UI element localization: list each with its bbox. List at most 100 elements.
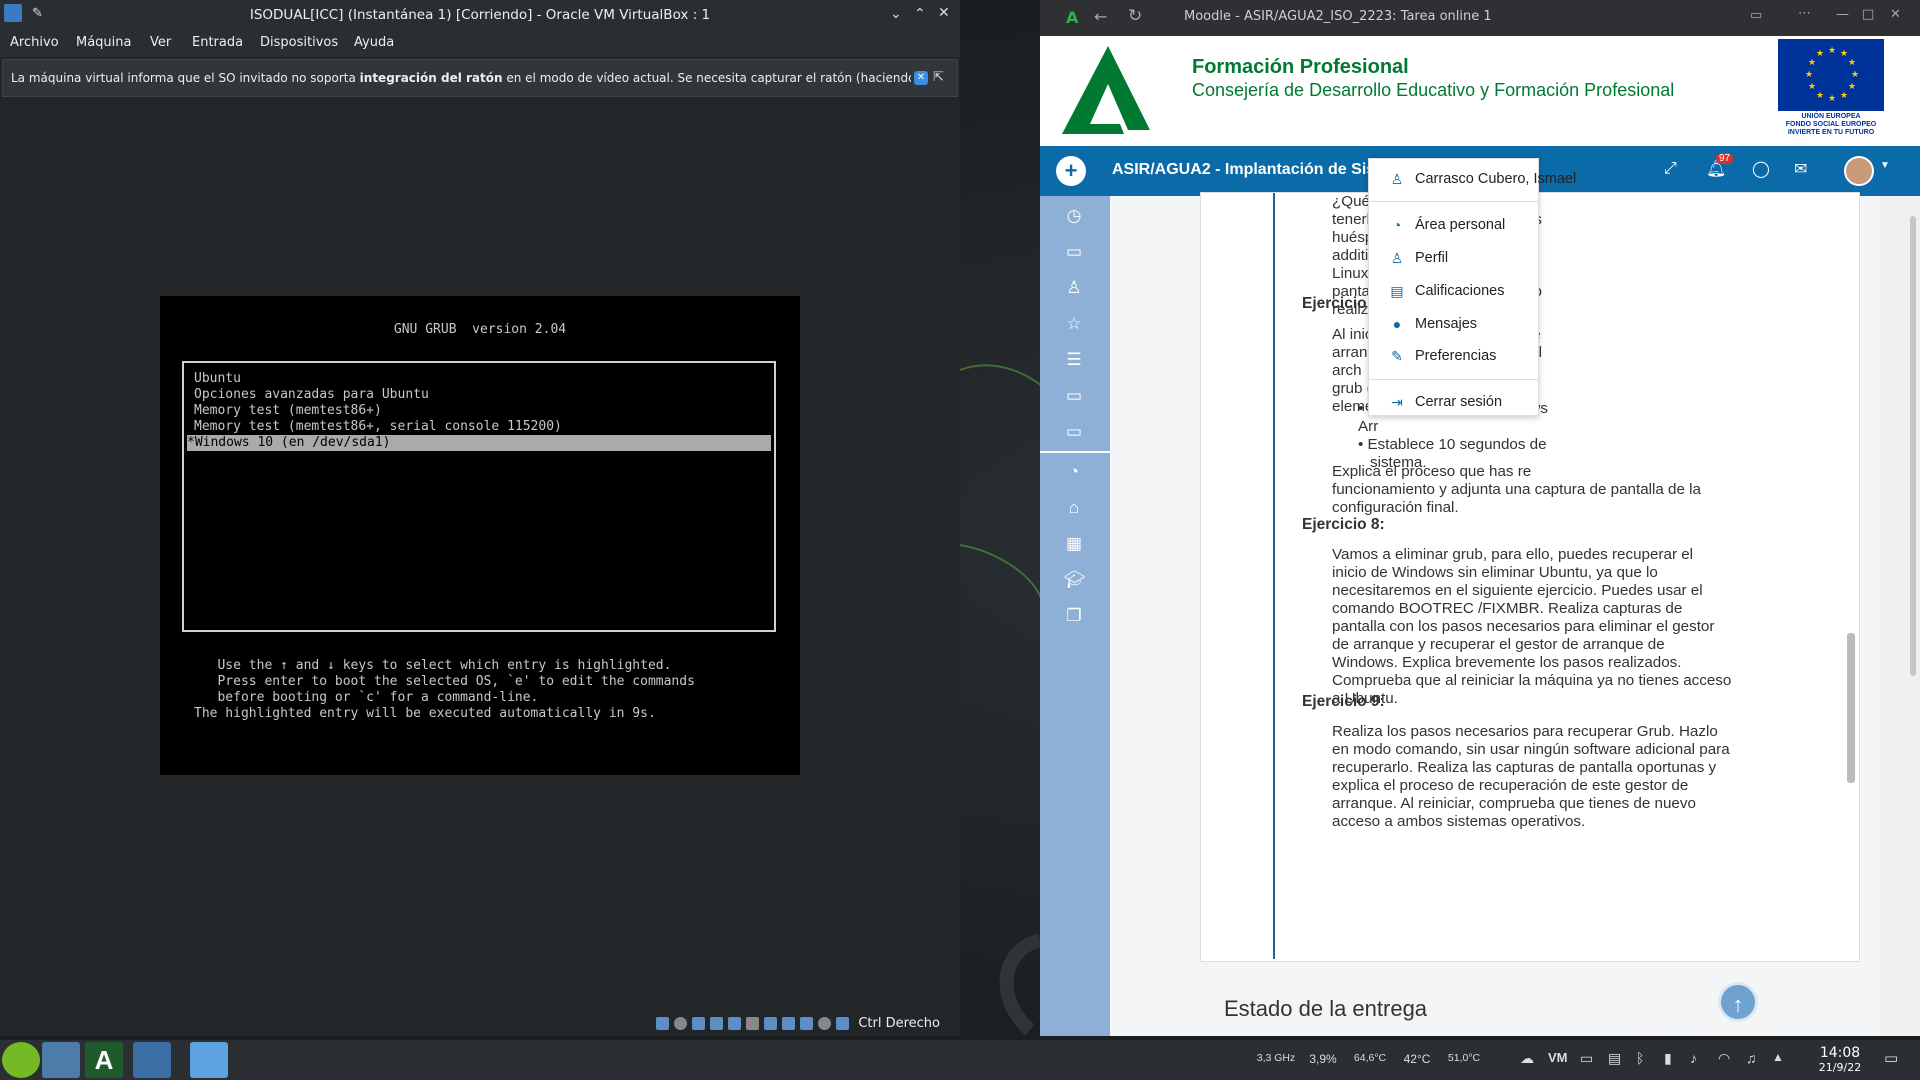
menu-item-area-personal[interactable]: ◔ Área personal — [1389, 215, 1506, 235]
close-icon[interactable]: ✕ — [1890, 7, 1901, 22]
user-avatar[interactable] — [1844, 156, 1874, 186]
reload-icon[interactable]: ↻ — [1128, 6, 1142, 26]
optical-drive-icon[interactable] — [674, 1017, 687, 1030]
participants-icon[interactable]: ♙ — [1064, 278, 1084, 298]
vmware-icon[interactable]: VM — [1548, 1050, 1568, 1065]
cpu-load: 3,9% — [1309, 1052, 1337, 1066]
start-menu-icon[interactable] — [2, 1042, 40, 1078]
moodle-taskbar-icon[interactable]: A — [85, 1042, 123, 1078]
home-icon[interactable]: ⌂ — [1064, 498, 1084, 518]
hdd-icon[interactable] — [656, 1017, 669, 1030]
mouse-integration-icon[interactable] — [818, 1017, 831, 1030]
shared-folders-icon[interactable] — [746, 1017, 759, 1030]
badges-icon[interactable]: ☆ — [1064, 314, 1084, 334]
minimize-icon[interactable]: — — [1836, 7, 1849, 22]
grub-entry[interactable]: Ubuntu — [194, 371, 241, 387]
folder-icon[interactable]: ▭ — [1064, 242, 1084, 262]
eu-flag-icon: ★ ★ ★ ★ ★ ★ ★ ★ ★ ★ ★ ★ — [1778, 39, 1884, 111]
maximize-icon[interactable]: □ — [1862, 7, 1874, 22]
audio-icon[interactable] — [692, 1017, 705, 1030]
menu-archivo[interactable]: Archivo — [10, 35, 59, 50]
menu-ayuda[interactable]: Ayuda — [354, 35, 394, 50]
site-header: Formación Profesional Consejería de Desa… — [1040, 36, 1920, 146]
menu-item-mensajes[interactable]: ● Mensajes — [1389, 314, 1477, 334]
pager-icon[interactable] — [42, 1042, 80, 1078]
folder-icon[interactable]: ▭ — [1064, 422, 1084, 442]
tray-expand-icon[interactable]: ▲ — [1772, 1050, 1784, 1064]
grub-entry[interactable]: Memory test (memtest86+) — [194, 403, 382, 419]
show-desktop-icon[interactable]: ▭ — [1884, 1049, 1898, 1067]
vbox-titlebar[interactable]: ✎ ISODUAL[ICC] (Instantánea 1) [Corriend… — [0, 0, 960, 30]
user-name-item[interactable]: ♙ Carrasco Cubero, Ismael — [1389, 169, 1576, 189]
usb-icon[interactable] — [728, 1017, 741, 1030]
book-icon[interactable]: ☰ — [1064, 350, 1084, 370]
notice-text-bold: integración del ratón — [359, 71, 503, 85]
user-menu-dropdown[interactable]: ♙ Carrasco Cubero, Ismael ◔ Área personal … — [1368, 158, 1576, 416]
svg-text:★: ★ — [1848, 58, 1856, 68]
file-manager-icon[interactable] — [190, 1042, 228, 1078]
moodle-app-icon: A — [1066, 8, 1079, 27]
mouse-integration-notice: La máquina virtual informa que el SO inv… — [2, 59, 958, 97]
more-menu-icon[interactable]: ⋯ — [1798, 6, 1811, 21]
host-key-label: Ctrl Derecho — [858, 1016, 940, 1031]
install-app-icon[interactable]: ▭ — [1750, 8, 1762, 23]
clipboard-icon[interactable]: ▤ — [1608, 1050, 1621, 1067]
network-icon[interactable] — [710, 1017, 723, 1030]
browser-window[interactable]: A ← ↻ Moodle - ASIR/AGUA2_ISO_2223: Tare… — [1040, 0, 1920, 1036]
chevron-down-icon[interactable]: ▼ — [1880, 160, 1890, 171]
content-scrollbar[interactable] — [1847, 633, 1855, 783]
grub-entry-selected[interactable]: *Windows 10 (en /dev/sda1) — [187, 435, 771, 451]
drawer-toggle-button[interactable]: + — [1056, 156, 1086, 186]
battery-icon[interactable]: ▮ — [1664, 1050, 1672, 1067]
notice-dismiss-icon[interactable]: ✕ — [914, 71, 928, 85]
display-icon[interactable] — [764, 1017, 777, 1030]
menu-dispositivos[interactable]: Dispositivos — [260, 35, 338, 50]
text-line: comando BOOTREC /FIXMBR. Realiza captura… — [1332, 600, 1683, 617]
menu-item-logout[interactable]: ⇥ Cerrar sesión — [1389, 392, 1502, 412]
browser-titlebar[interactable]: A ← ↻ Moodle - ASIR/AGUA2_ISO_2223: Tare… — [1040, 0, 1920, 36]
menu-ver[interactable]: Ver — [150, 35, 171, 50]
virtualbox-taskbar-icon[interactable] — [133, 1042, 171, 1078]
cloud-icon[interactable]: ☁ — [1520, 1050, 1534, 1067]
video-capture-icon[interactable] — [782, 1017, 795, 1030]
minimize-icon[interactable]: ⌄ — [890, 5, 902, 22]
terminal-icon[interactable]: ▭ — [1580, 1050, 1593, 1067]
exercise-8-text: Vamos a eliminar grub, para ello, puedes… — [1332, 546, 1762, 708]
maximize-icon[interactable]: ⌃ — [914, 5, 926, 22]
back-to-top-button[interactable]: ↑ — [1718, 982, 1758, 1022]
notice-mouse-icon[interactable]: ⇱ — [933, 70, 944, 85]
recent-icon[interactable]: ◷ — [1064, 206, 1084, 226]
grub-entry-list[interactable]: Ubuntu Opciones avanzadas para Ubuntu Me… — [182, 361, 776, 632]
cpu-icon[interactable] — [800, 1017, 813, 1030]
microphone-icon[interactable]: ♪ — [1690, 1050, 1697, 1066]
dashboard-icon[interactable]: ◔ — [1064, 462, 1084, 482]
mail-icon[interactable]: ✉ — [1794, 159, 1807, 179]
menu-entrada[interactable]: Entrada — [192, 35, 243, 50]
grub-menu[interactable]: GNU GRUB version 2.04 Ubuntu Opciones av… — [160, 296, 800, 775]
courses-icon[interactable]: 🎓︎ — [1064, 570, 1086, 590]
browser-tab-title: Moodle - ASIR/AGUA2_ISO_2223: Tarea onli… — [1184, 9, 1492, 24]
keyboard-icon[interactable] — [836, 1017, 849, 1030]
folder-icon[interactable]: ▭ — [1064, 386, 1084, 406]
clock[interactable]: 14:08 21/9/22 — [1815, 1045, 1865, 1074]
wifi-icon[interactable]: ◠ — [1718, 1050, 1730, 1067]
virtualbox-window[interactable]: ✎ ISODUAL[ICC] (Instantánea 1) [Corriend… — [0, 0, 960, 1036]
scrollbar-thumb[interactable] — [1910, 216, 1916, 676]
messages-icon[interactable]: ◯ — [1752, 159, 1770, 179]
back-icon[interactable]: ← — [1094, 7, 1107, 26]
files-icon[interactable]: ❐ — [1064, 606, 1084, 626]
page-scrollbar[interactable] — [1880, 196, 1920, 1036]
grub-entry[interactable]: Memory test (memtest86+, serial console … — [194, 419, 562, 435]
bluetooth-icon[interactable]: ᛒ — [1636, 1050, 1644, 1066]
calendar-icon[interactable]: ▦ — [1064, 534, 1084, 554]
menu-maquina[interactable]: Máquina — [76, 35, 132, 50]
menu-item-preferencias[interactable]: ✎ Preferencias — [1389, 346, 1496, 366]
menu-item-calificaciones[interactable]: ▤ Calificaciones — [1389, 281, 1504, 301]
grub-entry[interactable]: Opciones avanzadas para Ubuntu — [194, 387, 429, 403]
volume-icon[interactable]: ♫ — [1746, 1050, 1757, 1066]
eu-caption-line: FONDO SOCIAL EUROPEO — [1785, 121, 1877, 128]
fullscreen-icon[interactable]: ⤢ — [1664, 160, 1677, 178]
menu-item-perfil[interactable]: ♙ Perfil — [1389, 248, 1448, 268]
close-icon[interactable]: ✕ — [938, 4, 950, 21]
sidebar-divider — [1040, 451, 1110, 453]
